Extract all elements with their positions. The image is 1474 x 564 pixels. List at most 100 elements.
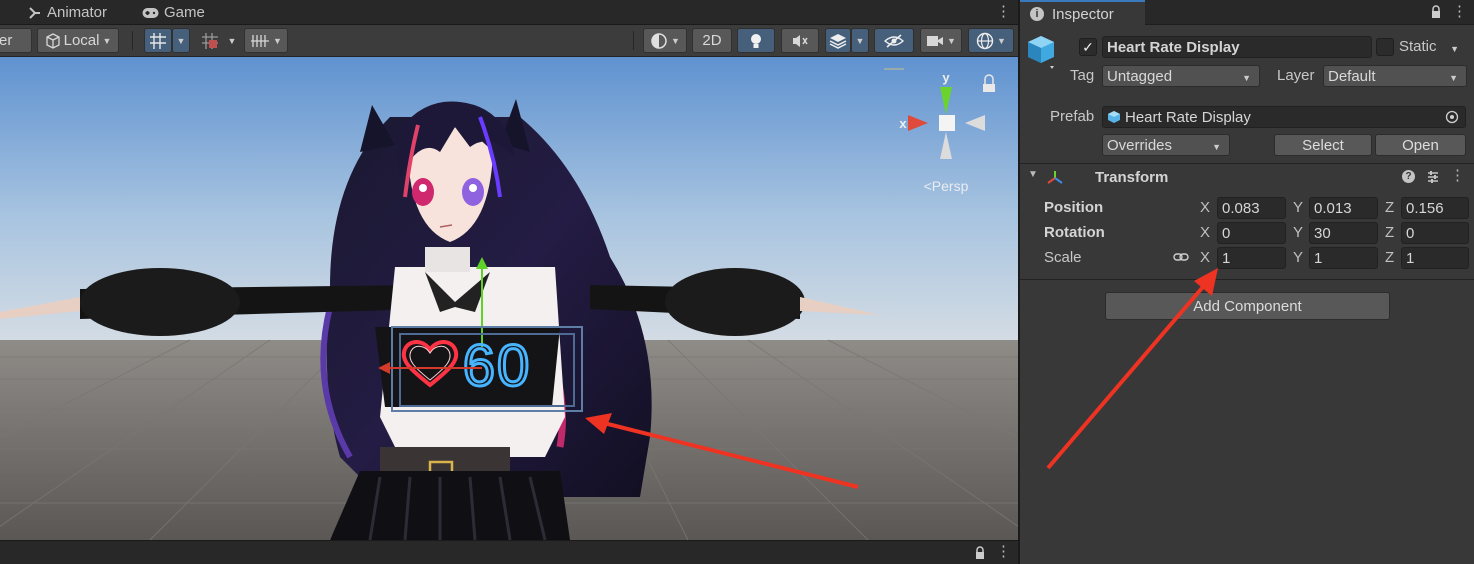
local-space-icon (45, 32, 60, 49)
scene-menu-icon[interactable]: ⋮ (996, 3, 1011, 21)
inspector-tab-bar: i Inspector ⋮ (1020, 0, 1474, 26)
position-y-axis[interactable]: Y (1293, 199, 1303, 216)
gizmos-globe-icon (976, 32, 994, 49)
foldout-arrow-icon[interactable]: ▼ (1028, 169, 1038, 180)
inspector-menu-icon[interactable]: ⋮ (1452, 3, 1467, 21)
camera-icon (927, 35, 944, 46)
rotation-y-field[interactable]: 30 (1309, 222, 1378, 244)
scale-y-axis[interactable]: Y (1293, 249, 1303, 266)
effects-toggle-button[interactable] (825, 28, 851, 53)
tab-animator[interactable]: Animator (28, 0, 107, 25)
position-z-axis[interactable]: Z (1385, 199, 1394, 216)
position-y-field[interactable]: 0.013 (1309, 197, 1378, 219)
increment-snap-icon (202, 32, 218, 49)
rotation-x-value: 0 (1222, 224, 1231, 242)
rotation-x-axis[interactable]: X (1200, 224, 1210, 241)
tab-game[interactable]: Game (142, 0, 205, 25)
grid-visibility-dropdown[interactable]: ▼ (244, 28, 288, 53)
rotation-z-axis[interactable]: Z (1385, 224, 1394, 241)
pivot-label: er (0, 32, 13, 49)
scene-toolbar: er Local ▼ ▼ ▼ ▼ ▼ 2D ▼ ▼ ▼ (0, 25, 1018, 57)
transform-axes-icon (1047, 171, 1063, 184)
tab-animator-label: Animator (47, 4, 108, 21)
gizmos-dropdown[interactable]: ▼ (968, 28, 1014, 53)
scene-visibility-button[interactable] (874, 28, 914, 53)
scene-viewport[interactable]: 60 y x <Persp (0, 57, 1018, 540)
chevron-down-icon: ▼ (176, 35, 186, 46)
transform-menu-icon[interactable]: ⋮ (1450, 167, 1465, 185)
chevron-down-icon: ▼ (997, 35, 1006, 46)
toggle-2d-label: 2D (702, 32, 722, 49)
rotation-z-field[interactable]: 0 (1401, 222, 1469, 244)
info-icon: i (1030, 7, 1044, 21)
position-x-field[interactable]: 0.083 (1217, 197, 1286, 219)
object-picker-icon[interactable] (1445, 110, 1459, 124)
chevron-down-icon: ▼ (273, 35, 282, 46)
rotation-y-axis[interactable]: Y (1293, 224, 1303, 241)
position-label: Position (1044, 199, 1104, 216)
scale-z-field[interactable]: 1 (1401, 247, 1469, 269)
scale-y-field[interactable]: 1 (1309, 247, 1378, 269)
scale-x-field[interactable]: 1 (1217, 247, 1286, 269)
space-label: Local (63, 32, 100, 49)
add-component-button[interactable]: Add Component (1105, 292, 1390, 320)
grid-snap-dropdown[interactable]: ▼ (172, 28, 190, 53)
persp-label[interactable]: <Persp (924, 178, 969, 194)
object-name-text: Heart Rate Display (1107, 38, 1240, 56)
tab-game-label: Game (164, 4, 205, 21)
toolbar-separator (132, 31, 133, 50)
increment-snap-button[interactable] (196, 28, 224, 53)
lock-icon[interactable] (974, 546, 986, 560)
open-label: Open (1402, 136, 1439, 154)
transform-header[interactable]: ▼ Transform ? ⋮ (1020, 164, 1474, 190)
lock-icon[interactable] (1430, 5, 1442, 19)
open-button[interactable]: Open (1375, 134, 1466, 156)
rotation-x-field[interactable]: 0 (1217, 222, 1286, 244)
select-button[interactable]: Select (1274, 134, 1372, 156)
prefab-field[interactable]: Heart Rate Display (1102, 106, 1466, 128)
rotation-label: Rotation (1044, 224, 1105, 241)
gameobject-cube-icon[interactable] (1026, 34, 1056, 70)
draw-mode-dropdown[interactable]: ▼ (643, 28, 687, 53)
chevron-down-icon: ▼ (102, 35, 112, 46)
prefab-value: Heart Rate Display (1125, 108, 1251, 126)
position-z-field[interactable]: 0.156 (1401, 197, 1469, 219)
layers-effects-icon (829, 33, 847, 49)
scene-tab-bar: Animator Game ⋮ (0, 0, 1018, 25)
gizmo-y-label: y (942, 70, 950, 85)
panel-menu-icon[interactable]: ⋮ (996, 543, 1011, 561)
overrides-dropdown[interactable]: Overrides ▼ (1102, 134, 1230, 156)
position-y-value: 0.013 (1314, 199, 1352, 217)
audio-toggle-button[interactable] (781, 28, 819, 53)
space-dropdown[interactable]: Local ▼ (37, 28, 119, 53)
lighting-toggle-button[interactable] (737, 28, 775, 53)
position-x-axis[interactable]: X (1200, 199, 1210, 216)
pivot-dropdown[interactable]: er (0, 28, 32, 53)
transform-title: Transform (1095, 169, 1169, 186)
object-name-field[interactable]: Heart Rate Display (1102, 36, 1372, 58)
scene-render: 60 y x <Persp (0, 57, 1018, 540)
animator-icon (29, 6, 40, 19)
increment-snap-dropdown[interactable]: ▼ (224, 28, 240, 53)
active-checkbox[interactable]: ✓ (1079, 38, 1097, 56)
static-checkbox[interactable] (1376, 38, 1394, 56)
grid-snap-button[interactable] (144, 28, 172, 53)
camera-settings-dropdown[interactable]: ▼ (920, 28, 962, 53)
lightbulb-icon (751, 33, 761, 48)
scale-z-axis[interactable]: Z (1385, 249, 1394, 266)
chevron-down-icon: ▼ (855, 35, 865, 46)
help-icon[interactable]: ? (1402, 170, 1415, 183)
tab-inspector[interactable]: i Inspector (1020, 0, 1145, 26)
gamepad-icon (142, 7, 159, 18)
toggle-2d-button[interactable]: 2D (692, 28, 732, 53)
add-component-label: Add Component (1193, 297, 1302, 315)
link-constrain-icon[interactable] (1173, 252, 1189, 262)
scene-bottom-bar: ⋮ (0, 540, 1018, 564)
gizmo-x-label: x (899, 116, 907, 131)
scale-x-axis[interactable]: X (1200, 249, 1210, 266)
static-dropdown[interactable]: ▼ (1446, 36, 1468, 58)
presets-sliders-icon[interactable] (1426, 170, 1440, 184)
layer-dropdown[interactable]: Default ▼ (1323, 65, 1467, 87)
effects-dropdown[interactable]: ▼ (851, 28, 869, 53)
tag-dropdown[interactable]: Untagged ▼ (1102, 65, 1260, 87)
